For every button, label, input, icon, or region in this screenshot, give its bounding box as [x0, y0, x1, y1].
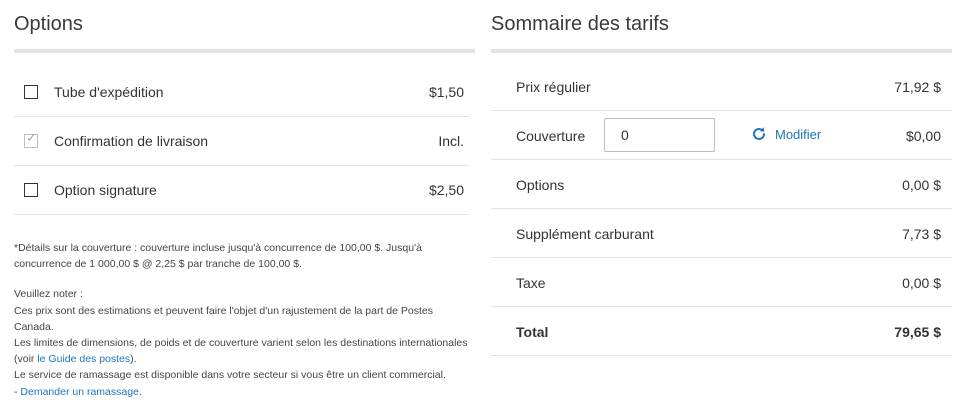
signature-checkbox[interactable] — [24, 183, 38, 197]
limits-note: Les limites de dimensions, de poids et d… — [14, 337, 468, 366]
option-label: Tube d'expédition — [54, 84, 164, 100]
options-summary-label: Options — [516, 177, 565, 193]
fuel-surcharge-label: Supplément carburant — [516, 226, 654, 242]
options-summary-row: Options 0,00 $ — [491, 160, 952, 209]
regular-price-value: 71,92 $ — [894, 79, 941, 95]
option-label: Confirmation de livraison — [54, 133, 209, 149]
option-price: $2,50 — [428, 182, 464, 198]
delivery-confirmation-checkbox[interactable]: ✓ — [24, 130, 38, 148]
pickup-note: Le service de ramassage est disponible d… — [14, 369, 446, 382]
regular-price-label: Prix régulier — [516, 79, 591, 95]
notes-block: *Détails sur la couverture : couverture … — [14, 240, 469, 400]
total-label: Total — [516, 324, 549, 340]
tax-label: Taxe — [516, 275, 546, 291]
option-row-delivery-confirmation[interactable]: ✓ Confirmation de livraison Incl. — [14, 117, 469, 166]
total-row: Total 79,65 $ — [491, 307, 952, 356]
fuel-surcharge-value: 7,73 $ — [902, 226, 941, 242]
postal-guide-link[interactable]: le Guide des postes — [37, 353, 130, 365]
coverage-row: Couverture Modifier $0,00 — [491, 111, 952, 160]
note-heading: Veuillez noter : — [14, 288, 83, 301]
request-pickup-link[interactable]: Demander un ramassage — [20, 386, 138, 398]
options-summary-value: 0,00 $ — [902, 177, 941, 193]
tax-value: 0,00 $ — [902, 275, 941, 291]
pickup-request-line: - Demander un ramassage. — [14, 385, 142, 398]
tax-row: Taxe 0,00 $ — [491, 258, 952, 307]
coverage-input[interactable] — [604, 118, 715, 152]
coverage-details-note: *Détails sur la couverture : couverture … — [14, 242, 422, 271]
option-label: Option signature — [54, 182, 157, 198]
checkmark-icon: ✓ — [26, 130, 37, 145]
rate-summary-title-divider — [491, 49, 952, 53]
rate-summary-title: Sommaire des tarifs — [491, 13, 669, 35]
modify-label: Modifier — [775, 126, 822, 142]
option-price: Incl. — [438, 133, 464, 149]
fuel-surcharge-row: Supplément carburant 7,73 $ — [491, 209, 952, 258]
estimate-note: Ces prix sont des estimations et peuvent… — [14, 304, 433, 333]
shipping-tube-checkbox[interactable] — [24, 85, 38, 99]
option-price: $1,50 — [428, 84, 464, 100]
refresh-icon — [753, 127, 765, 140]
options-title: Options — [14, 13, 83, 35]
regular-price-row: Prix régulier 71,92 $ — [491, 62, 952, 111]
coverage-label: Couverture — [516, 128, 586, 144]
coverage-value: $0,00 — [905, 128, 941, 144]
option-row-signature[interactable]: Option signature $2,50 — [14, 166, 469, 215]
options-title-divider — [14, 49, 475, 53]
total-value: 79,65 $ — [894, 324, 941, 340]
modify-coverage-button[interactable]: Modifier — [751, 126, 821, 142]
option-row-shipping-tube[interactable]: Tube d'expédition $1,50 — [14, 68, 469, 117]
